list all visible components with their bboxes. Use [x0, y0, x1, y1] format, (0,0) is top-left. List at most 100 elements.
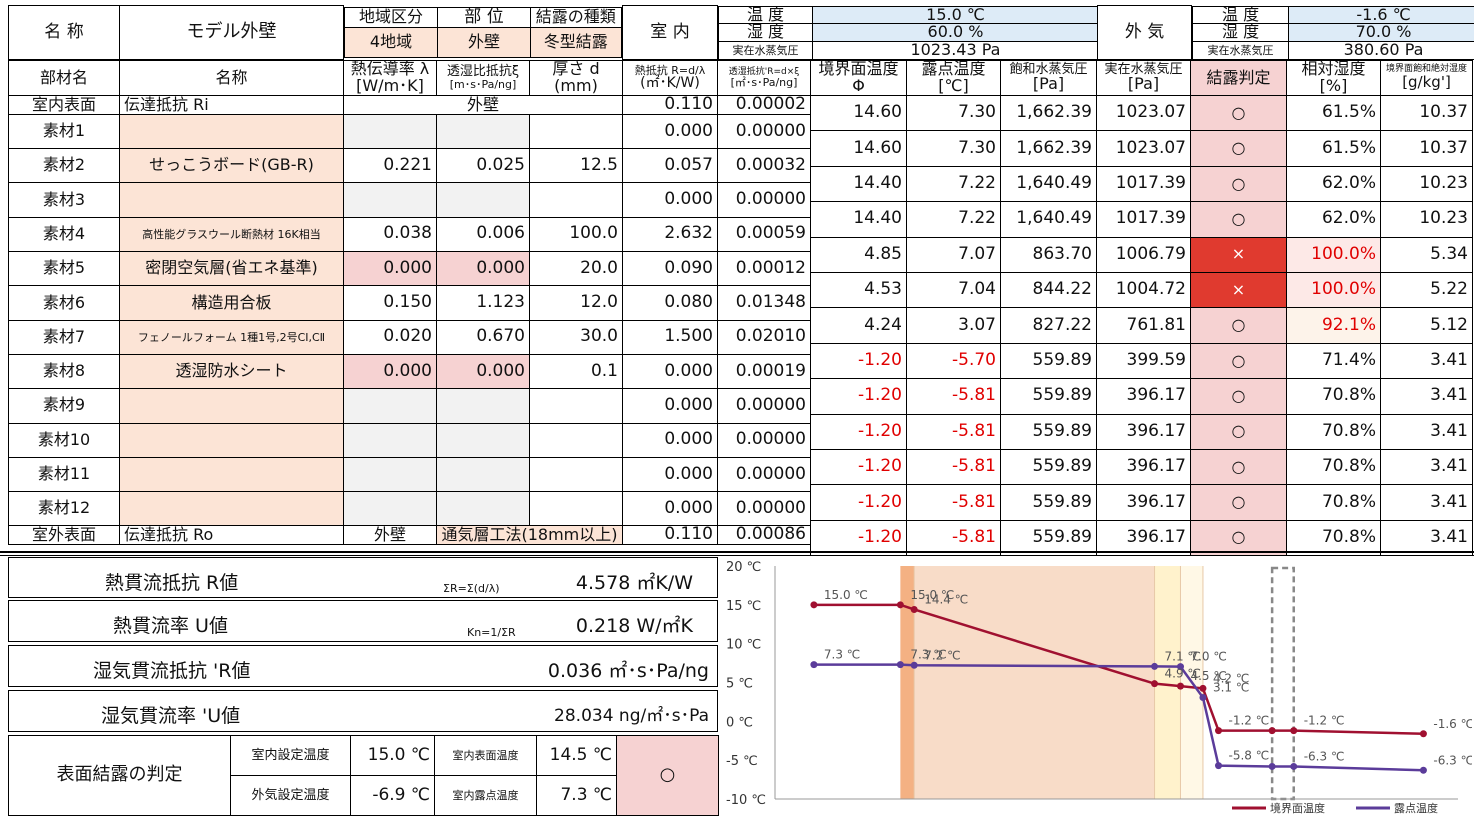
region-value[interactable]: 4地域: [344, 27, 438, 59]
data-label: -5.8 ℃: [1229, 749, 1270, 763]
material-conductivity[interactable]: [343, 422, 437, 458]
material-thermal-resistance: 0.000: [622, 353, 718, 390]
actual-vapor: 1023.07: [1096, 130, 1191, 167]
cond-value[interactable]: 冬型結露: [529, 27, 622, 59]
material-moisture-resistance: 0.00032: [717, 148, 811, 184]
col-actual-vapor: 実在水蒸気圧 [Pa]: [1096, 60, 1191, 96]
material-moisture-resistivity[interactable]: [436, 422, 530, 458]
outer-surface-method[interactable]: 通気層工法(18mm以上): [436, 525, 623, 546]
material-name[interactable]: せっこうボード(GB-R): [119, 148, 344, 184]
material-moisture-resistance: 0.00000: [717, 456, 811, 493]
material-part: 素材12: [8, 491, 120, 527]
indoor-temp[interactable]: 15.0 ℃: [812, 5, 1098, 25]
actual-vapor: 761.81: [1096, 307, 1191, 344]
material-thickness[interactable]: [529, 388, 623, 424]
material-moisture-resistivity[interactable]: 0.000: [436, 251, 530, 287]
material-moisture-resistivity[interactable]: 1.123: [436, 285, 530, 321]
material-thickness[interactable]: [529, 113, 623, 150]
outdoor-temp[interactable]: -1.6 ℃: [1288, 5, 1474, 25]
material-moisture-resistivity[interactable]: 0.025: [436, 148, 530, 184]
outdoor-hum[interactable]: 70.0 %: [1288, 23, 1474, 43]
boundary-row: -1.20 -5.81 559.89 396.17 ○ 70.8% 3.41: [810, 413, 1473, 450]
boundary-row: 4.24 3.07 827.22 761.81 ○ 92.1% 5.12: [810, 307, 1473, 344]
material-thickness[interactable]: [529, 182, 623, 218]
material-name[interactable]: 密閉空気層(省エネ基準): [119, 251, 344, 287]
material-moisture-resistance: 0.00000: [717, 422, 811, 458]
absolute-humidity: 3.41: [1380, 484, 1473, 521]
material-thickness[interactable]: 100.0: [529, 216, 623, 253]
material-name[interactable]: [119, 388, 344, 424]
col-moisture-resistivity: 透湿比抵抗ξ [m･s･Pa/ng]: [436, 60, 530, 96]
saturated-vapor: 559.89: [1000, 378, 1097, 415]
indoor-surface-label: 室内表面温度: [434, 735, 537, 776]
judgement: ○: [1190, 201, 1287, 238]
material-thickness[interactable]: 12.5: [529, 148, 623, 184]
material-name[interactable]: 透湿防水シート: [119, 353, 344, 390]
material-thickness[interactable]: [529, 491, 623, 527]
model-name[interactable]: モデル外壁: [119, 4, 344, 61]
material-conductivity[interactable]: 0.038: [343, 216, 437, 253]
dew-point: 7.07: [906, 236, 1001, 273]
material-name[interactable]: [119, 456, 344, 493]
outer-surface-part: 室外表面: [8, 525, 120, 546]
material-thickness[interactable]: 30.0: [529, 319, 623, 355]
material-moisture-resistance: 0.02010: [717, 319, 811, 355]
material-moisture-resistivity[interactable]: 0.006: [436, 216, 530, 253]
material-moisture-resistivity[interactable]: 0.670: [436, 319, 530, 355]
material-name[interactable]: フェノールフォーム 1種1号,2号CⅠ,CⅡ: [119, 319, 344, 355]
boundary-row: -1.20 -5.81 559.89 396.17 ○ 70.8% 3.41: [810, 448, 1473, 486]
material-conductivity[interactable]: 0.150: [343, 285, 437, 321]
judgement: ○: [1190, 378, 1287, 415]
absolute-humidity: 5.22: [1380, 271, 1473, 309]
material-conductivity[interactable]: 0.020: [343, 319, 437, 355]
indoor-hum[interactable]: 60.0 %: [812, 23, 1098, 43]
material-thickness[interactable]: 20.0: [529, 251, 623, 287]
u-value-formula: Kn=1/ΣR: [467, 626, 516, 639]
material-thickness[interactable]: 0.1: [529, 353, 623, 390]
material-conductivity[interactable]: [343, 182, 437, 218]
material-thickness[interactable]: [529, 422, 623, 458]
material-conductivity[interactable]: [343, 456, 437, 493]
inner-surface-r: 0.110: [622, 95, 718, 115]
outer-surface-r: 0.110: [622, 525, 718, 546]
material-moisture-resistivity[interactable]: [436, 388, 530, 424]
judgement: ○: [1190, 130, 1287, 167]
part-value[interactable]: 外壁: [437, 27, 530, 59]
condensation-sheet: 名 称 モデル外壁 地域区分 部 位 4地域 外壁 結露の種類 冬型結露 室 内…: [0, 0, 1474, 820]
material-moisture-resistivity[interactable]: 0.000: [436, 353, 530, 390]
col-judgement: 結露判定: [1190, 60, 1287, 96]
material-moisture-resistivity[interactable]: [436, 491, 530, 527]
material-name[interactable]: 構造用合板: [119, 285, 344, 321]
material-name[interactable]: [119, 182, 344, 218]
material-moisture-resistivity[interactable]: [436, 113, 530, 150]
judgement: ○: [1190, 413, 1287, 450]
material-name[interactable]: [119, 491, 344, 527]
material-moisture-resistivity[interactable]: [436, 456, 530, 493]
dew-point: 7.30: [906, 130, 1001, 167]
material-conductivity[interactable]: [343, 388, 437, 424]
moisture-r-value: 0.036 ㎡･s･Pa/ng: [547, 660, 709, 682]
material-conductivity[interactable]: [343, 113, 437, 150]
material-name[interactable]: 高性能グラスウール断熱材 16K相当: [119, 216, 344, 253]
material-thickness[interactable]: 12.0: [529, 285, 623, 321]
saturated-vapor: 827.22: [1000, 307, 1097, 344]
material-name[interactable]: [119, 113, 344, 150]
material-name[interactable]: [119, 422, 344, 458]
material-moisture-resistivity[interactable]: [436, 182, 530, 218]
dew-point: -5.81: [906, 378, 1001, 415]
absolute-humidity: 10.37: [1380, 94, 1473, 132]
dew-point: 7.22: [906, 201, 1001, 238]
actual-vapor: 396.17: [1096, 484, 1191, 521]
material-conductivity[interactable]: 0.000: [343, 251, 437, 287]
material-conductivity[interactable]: 0.000: [343, 353, 437, 390]
material-part: 素材7: [8, 319, 120, 355]
data-point: [1151, 680, 1159, 688]
data-point: [810, 661, 818, 669]
material-conductivity[interactable]: 0.221: [343, 148, 437, 184]
material-thickness[interactable]: [529, 456, 623, 493]
material-row: 素材2 せっこうボード(GB-R) 0.221 0.025 12.5 0.057 0.000…: [8, 148, 811, 184]
absolute-humidity: 10.23: [1380, 201, 1473, 238]
data-point: [1215, 727, 1223, 735]
r-value-box: 熱貫流抵抗 R値 ΣR=Σ(d/λ) 4.578 ㎡K/W: [8, 557, 718, 598]
material-conductivity[interactable]: [343, 491, 437, 527]
